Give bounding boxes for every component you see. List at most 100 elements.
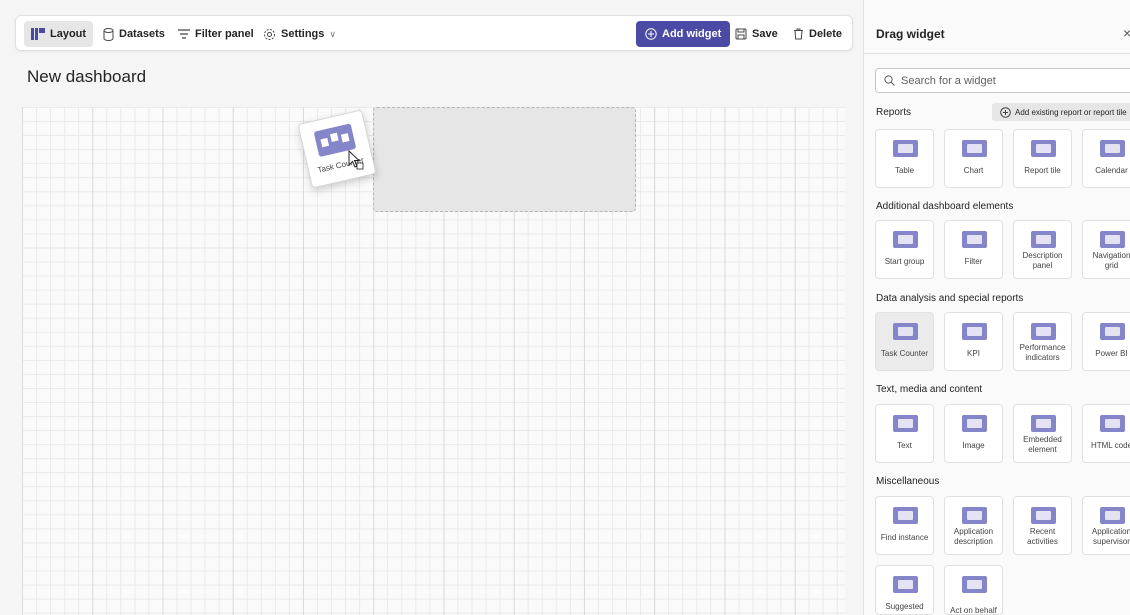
html-code-icon	[1100, 415, 1125, 432]
add-widget-button[interactable]: Add widget	[636, 21, 731, 47]
widget-html-code[interactable]: HTML code	[1082, 404, 1130, 463]
close-icon[interactable]: ×	[1123, 25, 1130, 41]
power-bi-icon	[1100, 323, 1125, 340]
widget-application-supervisor[interactable]: Application supervisor	[1082, 496, 1130, 555]
widget-kpi[interactable]: KPI	[944, 312, 1003, 371]
panel-title: Drag widget	[876, 27, 945, 41]
database-icon	[103, 27, 114, 41]
drag-widget-panel: Drag widget × Reports Add existing repor…	[863, 0, 1130, 615]
section-title-data-analysis: Data analysis and special reports	[876, 293, 1024, 304]
widget-label: Calendar	[1095, 166, 1128, 175]
widget-suggested[interactable]: Suggested	[875, 565, 934, 615]
start-group-icon	[893, 231, 918, 248]
chevron-down-icon: ∨	[329, 28, 336, 39]
image-icon	[962, 415, 987, 432]
widget-report-tile[interactable]: Report tile	[1013, 129, 1072, 188]
text-icon	[893, 415, 918, 432]
section-title-reports: Reports	[876, 107, 912, 118]
widget-search-input[interactable]	[901, 74, 1121, 87]
widget-label: Start group	[884, 257, 925, 266]
save-button[interactable]: Save	[728, 21, 785, 47]
widget-label: Recent activities	[1027, 527, 1058, 546]
settings-button[interactable]: Settings ∨	[256, 21, 343, 47]
task-counter-icon	[893, 323, 918, 340]
section-title-additional: Additional dashboard elements	[876, 201, 1014, 212]
layout-label: Layout	[50, 28, 87, 40]
search-icon	[884, 75, 895, 86]
widget-table[interactable]: Table	[875, 129, 934, 188]
widget-label: Application description	[953, 527, 994, 546]
layout-icon	[31, 28, 45, 40]
widget-act-on-behalf[interactable]: Act on behalf	[944, 565, 1003, 615]
add-widget-label: Add widget	[662, 28, 722, 40]
widget-navigation-grid[interactable]: Navigation grid	[1082, 220, 1130, 279]
widget-calendar[interactable]: Calendar	[1082, 129, 1130, 188]
kpi-icon	[962, 323, 987, 340]
widget-power-bi[interactable]: Power BI	[1082, 312, 1130, 371]
widget-label: Description panel	[1022, 251, 1063, 270]
chart-icon	[962, 140, 987, 157]
table-icon	[893, 140, 918, 157]
section-title-text-media: Text, media and content	[876, 384, 983, 395]
application-description-icon	[962, 507, 987, 524]
widget-application-description[interactable]: Application description	[944, 496, 1003, 555]
widget-label: HTML code	[1090, 441, 1130, 450]
dashboard-toolbar: Layout Datasets Filter panel Settings ∨ …	[15, 15, 853, 51]
widget-label: Act on behalf	[950, 606, 997, 615]
widget-label: KPI	[967, 349, 980, 358]
drop-placeholder[interactable]	[373, 107, 636, 212]
widget-start-group[interactable]: Start group	[875, 220, 934, 279]
section-title-miscellaneous: Miscellaneous	[876, 476, 940, 487]
act-on-behalf-icon	[962, 576, 987, 593]
page-title: New dashboard	[27, 67, 147, 86]
widget-label: Report tile	[1024, 166, 1061, 175]
widget-label: Filter	[964, 257, 983, 266]
save-icon	[735, 28, 747, 40]
widget-performance-indicators[interactable]: Performance indicators	[1013, 312, 1072, 371]
widget-label: Text	[897, 441, 912, 450]
filter-panel-label: Filter panel	[195, 28, 254, 40]
widget-text[interactable]: Text	[875, 404, 934, 463]
plus-circle-icon	[1000, 106, 1011, 118]
widget-search-box[interactable]	[875, 68, 1130, 93]
widget-label: Find instance	[880, 533, 929, 542]
embedded-element-icon	[1031, 415, 1056, 432]
add-existing-label: Add existing report or report tile	[1015, 107, 1127, 117]
settings-label: Settings	[281, 28, 325, 40]
performance-indicators-icon	[1031, 323, 1056, 340]
recent-activities-icon	[1031, 507, 1056, 524]
calendar-icon	[1100, 140, 1125, 157]
filter-panel-button[interactable]: Filter panel	[171, 21, 261, 47]
add-existing-report-button[interactable]: Add existing report or report tile	[992, 103, 1130, 121]
navigation-grid-icon	[1100, 231, 1125, 248]
widget-task-counter[interactable]: Task Counter	[875, 312, 934, 371]
plus-circle-icon	[645, 28, 657, 40]
save-label: Save	[752, 28, 778, 40]
delete-button[interactable]: Delete	[786, 21, 849, 47]
description-panel-icon	[1031, 231, 1056, 248]
widget-recent-activities[interactable]: Recent activities	[1013, 496, 1072, 555]
delete-label: Delete	[809, 28, 843, 40]
filter-widget-icon	[962, 231, 987, 248]
widget-label: Embedded element	[1023, 435, 1062, 454]
widget-label: Performance indicators	[1019, 343, 1066, 362]
widget-chart[interactable]: Chart	[944, 129, 1003, 188]
widget-embedded-element[interactable]: Embedded element	[1013, 404, 1072, 463]
widget-find-instance[interactable]: Find instance	[875, 496, 934, 555]
report-tile-icon	[1031, 140, 1056, 157]
datasets-label: Datasets	[119, 28, 165, 40]
trash-icon	[794, 28, 803, 40]
widget-image[interactable]: Image	[944, 404, 1003, 463]
move-cursor-icon	[348, 150, 364, 170]
panel-header: Drag widget ×	[864, 0, 1130, 54]
widget-label: Power BI	[1095, 349, 1128, 358]
datasets-button[interactable]: Datasets	[96, 21, 172, 47]
widget-label: Table	[894, 166, 915, 175]
widget-label: Image	[962, 441, 985, 450]
layout-button[interactable]: Layout	[24, 21, 94, 47]
application-supervisor-icon	[1100, 507, 1125, 524]
widget-description-panel[interactable]: Description panel	[1013, 220, 1072, 279]
find-instance-icon	[893, 507, 918, 524]
widget-filter[interactable]: Filter	[944, 220, 1003, 279]
widget-label: Task Counter	[880, 349, 929, 358]
